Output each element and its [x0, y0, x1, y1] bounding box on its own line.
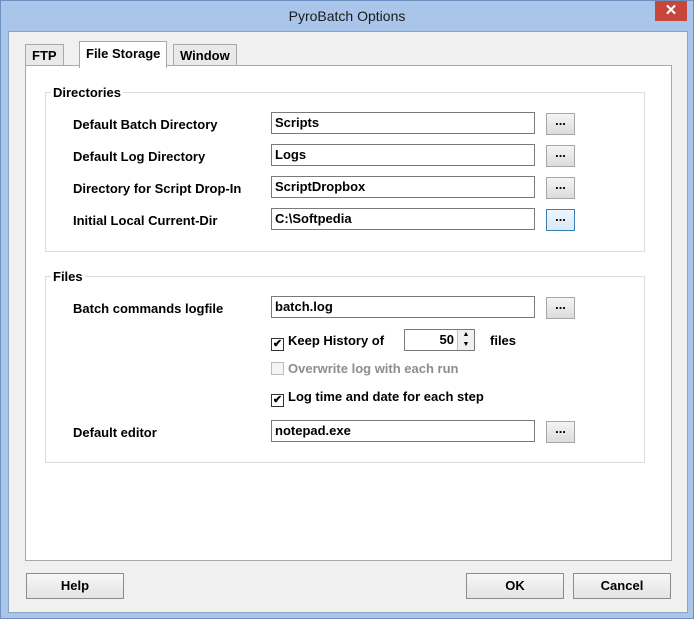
keep-history-spinner[interactable]: 50 ▲ ▼ — [404, 329, 475, 351]
file-storage-panel: Directories Default Batch Directory Scri… — [25, 65, 672, 561]
default-batch-directory-field[interactable]: Scripts — [271, 112, 535, 134]
close-button[interactable]: ✕ — [655, 1, 687, 21]
ok-button[interactable]: OK — [466, 573, 564, 599]
batch-commands-logfile-label: Batch commands logfile — [73, 301, 224, 316]
title-bar[interactable]: PyroBatch Options ✕ — [1, 1, 693, 31]
browse-editor-button[interactable]: ... — [546, 421, 575, 443]
log-time-date-option[interactable]: ✔ Log time and date for each step — [271, 389, 484, 407]
keep-history-option[interactable]: ✔ Keep History of — [271, 333, 384, 351]
default-log-directory-field[interactable]: Logs — [271, 144, 535, 166]
keep-history-value[interactable]: 50 — [440, 332, 454, 347]
script-drop-in-directory-field[interactable]: ScriptDropbox — [271, 176, 535, 198]
dialog-client-area: FTP File Storage Window Directories Defa… — [8, 31, 688, 613]
files-group-label: Files — [51, 269, 85, 284]
keep-history-checkbox[interactable]: ✔ — [271, 338, 284, 351]
window-title: PyroBatch Options — [288, 8, 406, 24]
browse-script-drop-in-button[interactable]: ... — [546, 177, 575, 199]
overwrite-log-label: Overwrite log with each run — [288, 361, 459, 376]
overwrite-log-option: Overwrite log with each run — [271, 361, 458, 376]
close-icon: ✕ — [664, 2, 678, 19]
files-unit-label: files — [490, 333, 517, 348]
default-batch-directory-label: Default Batch Directory — [73, 117, 218, 132]
tab-file-storage[interactable]: File Storage — [79, 41, 168, 68]
cancel-button[interactable]: Cancel — [573, 573, 671, 599]
script-drop-in-directory-label: Directory for Script Drop-In — [73, 181, 242, 196]
directories-group-label: Directories — [51, 85, 123, 100]
default-editor-label: Default editor — [73, 425, 157, 440]
browse-batch-directory-button[interactable]: ... — [546, 113, 575, 135]
log-time-date-checkbox[interactable]: ✔ — [271, 394, 284, 407]
default-editor-field[interactable]: notepad.exe — [271, 420, 535, 442]
browse-initial-local-dir-button[interactable]: ... — [546, 209, 575, 231]
log-time-date-label: Log time and date for each step — [288, 389, 484, 404]
initial-local-current-dir-label: Initial Local Current-Dir — [73, 213, 218, 228]
overwrite-log-checkbox — [271, 362, 284, 375]
spinner-buttons: ▲ ▼ — [457, 330, 474, 350]
tab-window[interactable]: Window — [173, 44, 237, 67]
browse-log-directory-button[interactable]: ... — [546, 145, 575, 167]
default-log-directory-label: Default Log Directory — [73, 149, 206, 164]
options-window: PyroBatch Options ✕ FTP File Storage Win… — [0, 0, 694, 619]
browse-logfile-button[interactable]: ... — [546, 297, 575, 319]
initial-local-current-dir-field[interactable]: C:\Softpedia — [271, 208, 535, 230]
batch-commands-logfile-field[interactable]: batch.log — [271, 296, 535, 318]
keep-history-label: Keep History of — [288, 333, 385, 348]
spin-down-arrow-icon[interactable]: ▼ — [458, 340, 474, 350]
help-button[interactable]: Help — [26, 573, 124, 599]
tab-ftp[interactable]: FTP — [25, 44, 64, 67]
